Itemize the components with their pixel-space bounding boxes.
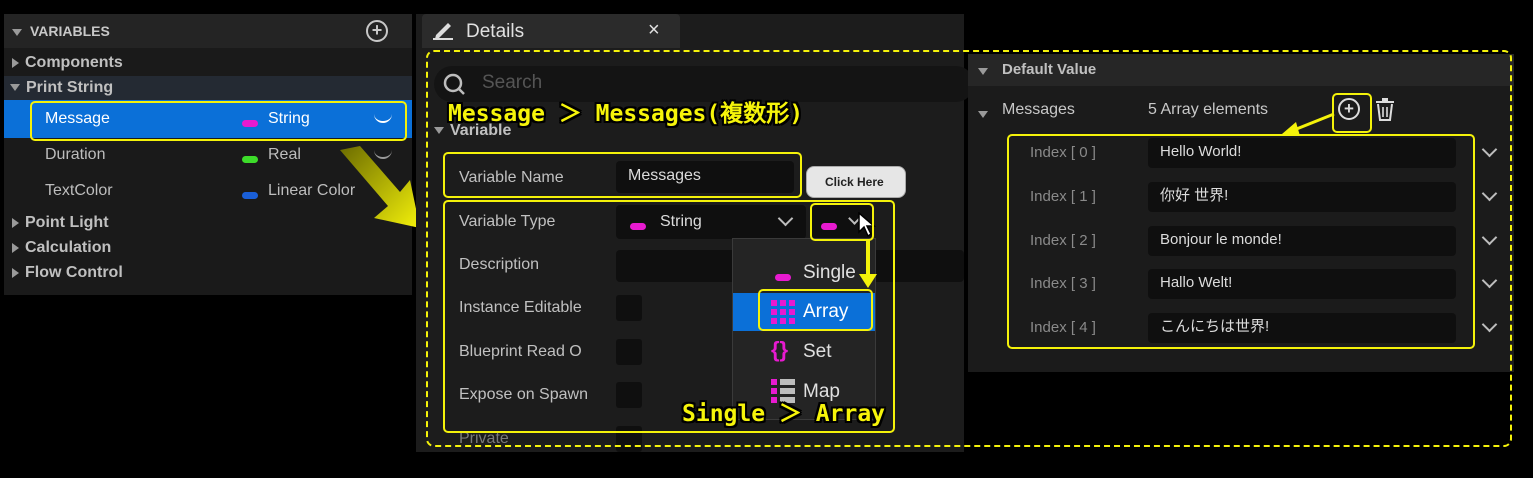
highlight-box [30, 101, 407, 141]
collapse-arrow-icon[interactable] [12, 24, 28, 42]
real-pin-icon [242, 151, 258, 169]
add-variable-icon[interactable]: + [366, 20, 388, 42]
variable-type: Real [268, 146, 301, 163]
pencil-icon [433, 23, 453, 40]
variable-name[interactable]: TextColor [45, 182, 113, 200]
category-point-light[interactable]: Point Light [12, 214, 109, 232]
close-icon[interactable]: × [648, 19, 660, 42]
variables-title: VARIABLES [30, 23, 110, 39]
category-calculation[interactable]: Calculation [12, 239, 111, 257]
details-title: Details [466, 21, 525, 42]
variables-header: VARIABLES + [4, 14, 412, 48]
annotation-rename: Message ＞ Messages(複数形) [448, 101, 804, 127]
linear-color-pin-icon [242, 187, 258, 205]
category-flow-control[interactable]: Flow Control [12, 264, 123, 282]
category-print-string[interactable]: Print String [10, 79, 113, 97]
category-components[interactable]: Components [12, 54, 123, 72]
annotation-container: Single ＞ Array [682, 401, 886, 427]
tab-details[interactable]: Details × [422, 14, 680, 48]
annotation-arrow [340, 146, 420, 228]
variable-name[interactable]: Duration [45, 146, 105, 164]
